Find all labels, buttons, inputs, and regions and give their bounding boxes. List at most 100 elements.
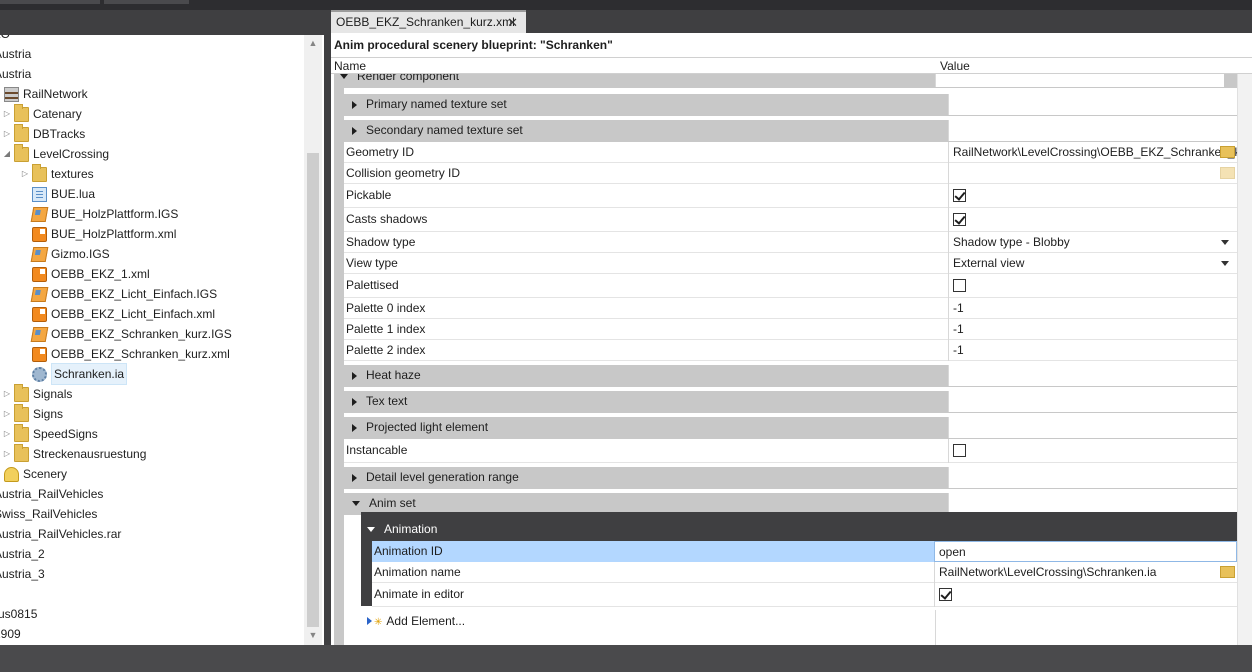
folder-open-icon[interactable]: [1220, 167, 1235, 179]
expand-icon[interactable]: ▷: [2, 104, 12, 124]
prop-value[interactable]: -1: [948, 340, 1237, 361]
collapse-icon[interactable]: [367, 527, 375, 533]
group-primary-texture-set[interactable]: Primary named texture set: [344, 94, 1237, 116]
column-header-name[interactable]: Name: [334, 59, 366, 73]
expand-icon[interactable]: [352, 100, 357, 109]
palettised-checkbox[interactable]: [953, 279, 966, 293]
tree-item[interactable]: Austria_RailVehicles.rar: [0, 524, 121, 544]
expand-icon[interactable]: ▷: [2, 384, 12, 404]
tab-document[interactable]: OEBB_EKZ_Schranken_kurz.xml ✕: [331, 10, 526, 33]
prop-palettised[interactable]: Palettised: [344, 274, 1237, 298]
tree-item[interactable]: OEBB_EKZ_1.xml: [20, 264, 150, 284]
animation-id-input[interactable]: open: [934, 541, 1237, 562]
tree-item[interactable]: 1909: [0, 624, 21, 644]
tree-item[interactable]: Austria_3: [0, 564, 45, 584]
panel-title: Anim procedural scenery blueprint: "Schr…: [334, 38, 613, 52]
expand-icon[interactable]: [352, 473, 357, 482]
tree-item[interactable]: Austria: [0, 44, 31, 64]
prop-value[interactable]: RailNetwork\LevelCrossing\OEBB_EKZ_Schra…: [953, 145, 1237, 159]
shadow-type-select[interactable]: Shadow type - Blobby: [953, 235, 1070, 249]
prop-value[interactable]: -1: [948, 298, 1237, 319]
animate-in-editor-checkbox[interactable]: [939, 588, 952, 602]
tree-item[interactable]: Austria_RailVehicles: [0, 484, 103, 504]
group-secondary-texture-set[interactable]: Secondary named texture set: [344, 120, 1237, 142]
group-detail-level-range[interactable]: Detail level generation range: [344, 467, 1237, 489]
tree-item[interactable]: ▷ textures: [20, 163, 94, 184]
tree-item[interactable]: Austria_2: [0, 544, 45, 564]
tree-item[interactable]: OEBB_EKZ_Licht_Einfach.xml: [20, 304, 215, 324]
tree-item[interactable]: ▷ DBTracks: [2, 123, 85, 144]
collapse-icon[interactable]: [340, 74, 348, 80]
expand-icon[interactable]: ▷: [2, 444, 12, 464]
tree-scroll-thumb[interactable]: [307, 153, 319, 627]
prop-animation-name[interactable]: Animation name RailNetwork\LevelCrossing…: [372, 562, 1237, 583]
grid-scrollbar[interactable]: [1237, 74, 1252, 645]
tree-item[interactable]: ▷ Streckenausruestung: [2, 443, 146, 464]
tree-item[interactable]: ◢ LevelCrossing: [2, 143, 109, 164]
collapse-icon[interactable]: [352, 501, 360, 507]
tree-item[interactable]: RailNetwork: [0, 84, 88, 104]
expand-icon[interactable]: [352, 397, 357, 406]
tree-item[interactable]: BUE.lua: [20, 184, 95, 204]
group-tex-text[interactable]: Tex text: [344, 391, 1237, 413]
prop-animation-id[interactable]: Animation ID open: [372, 541, 1237, 562]
tree-item[interactable]: ▷ Signals: [2, 383, 72, 404]
prop-casts-shadows[interactable]: Casts shadows: [344, 208, 1237, 232]
tree-item-label: OEBB_EKZ_Licht_Einfach.xml: [51, 307, 216, 321]
tree-item[interactable]: rus0815: [0, 604, 37, 624]
prop-palette-2[interactable]: Palette 2 index -1: [344, 340, 1237, 361]
chevron-down-icon[interactable]: [1221, 240, 1229, 245]
collapse-icon[interactable]: ◢: [2, 144, 12, 164]
scroll-up-icon[interactable]: ▲: [304, 35, 322, 51]
prop-value[interactable]: -1: [948, 319, 1237, 340]
group-render-component[interactable]: Render component: [334, 74, 1237, 88]
tree-item[interactable]: Schranken.ia: [20, 363, 128, 385]
view-type-select[interactable]: External view: [953, 256, 1024, 270]
expand-icon[interactable]: ▷: [2, 124, 12, 144]
prop-instancable[interactable]: Instancable: [344, 439, 1237, 463]
tree-item[interactable]: BUE_HolzPlattform.xml: [20, 224, 176, 244]
folder-open-icon[interactable]: [1220, 566, 1235, 578]
prop-value[interactable]: RailNetwork\LevelCrossing\Schranken.ia: [939, 565, 1156, 579]
group-projected-light[interactable]: Projected light element: [344, 417, 1237, 439]
column-header-value[interactable]: Value: [940, 59, 970, 73]
prop-animate-in-editor[interactable]: Animate in editor: [372, 583, 1237, 607]
expand-icon[interactable]: ▷: [2, 404, 12, 424]
prop-view-type[interactable]: View type External view: [344, 253, 1237, 274]
prop-collision-geometry-id[interactable]: Collision geometry ID: [344, 163, 1237, 184]
group-animation[interactable]: Animation: [361, 519, 1237, 541]
prop-pickable[interactable]: Pickable: [344, 184, 1237, 208]
group-heat-haze[interactable]: Heat haze: [344, 365, 1237, 387]
tree-item[interactable]: BUE_HolzPlattform.IGS: [20, 204, 178, 224]
tree-scrollbar[interactable]: ▲ ▼: [304, 35, 322, 645]
expand-icon[interactable]: [352, 371, 357, 380]
expand-icon[interactable]: ▷: [2, 424, 12, 444]
folder-open-icon[interactable]: [1220, 146, 1235, 158]
tree-item[interactable]: OEBB_EKZ_Licht_Einfach.IGS: [20, 284, 217, 304]
tree-item[interactable]: Gizmo.IGS: [20, 244, 110, 264]
tree-item[interactable]: OEBB_EKZ_Schranken_kurz.IGS: [20, 324, 232, 344]
casts-shadows-checkbox[interactable]: [953, 213, 966, 227]
tree-item[interactable]: ▷ SpeedSigns: [2, 423, 98, 444]
chevron-down-icon[interactable]: [1221, 261, 1229, 266]
tree-item[interactable]: Swiss_RailVehicles: [0, 504, 97, 524]
tree-item[interactable]: OEBB_EKZ_Schranken_kurz.xml: [20, 344, 230, 364]
scroll-down-icon[interactable]: ▼: [304, 627, 322, 643]
prop-geometry-id[interactable]: Geometry ID RailNetwork\LevelCrossing\OE…: [344, 142, 1237, 163]
tree-item[interactable]: ▷ Catenary: [2, 103, 82, 124]
tree-item[interactable]: Austria: [0, 64, 31, 84]
add-element-button[interactable]: ✳ Add Element...: [367, 614, 465, 628]
expand-icon[interactable]: ▷: [20, 164, 30, 184]
tree-item[interactable]: LO: [0, 35, 10, 44]
prop-name: View type: [346, 256, 398, 270]
prop-palette-1[interactable]: Palette 1 index -1: [344, 319, 1237, 340]
close-icon[interactable]: ✕: [507, 12, 518, 33]
expand-icon[interactable]: [352, 423, 357, 432]
instancable-checkbox[interactable]: [953, 444, 966, 458]
expand-icon[interactable]: [352, 126, 357, 135]
prop-palette-0[interactable]: Palette 0 index -1: [344, 298, 1237, 319]
pickable-checkbox[interactable]: [953, 189, 966, 203]
prop-shadow-type[interactable]: Shadow type Shadow type - Blobby: [344, 232, 1237, 253]
tree-item[interactable]: ▷ Signs: [2, 403, 63, 424]
tree-item[interactable]: Scenery: [0, 464, 67, 484]
